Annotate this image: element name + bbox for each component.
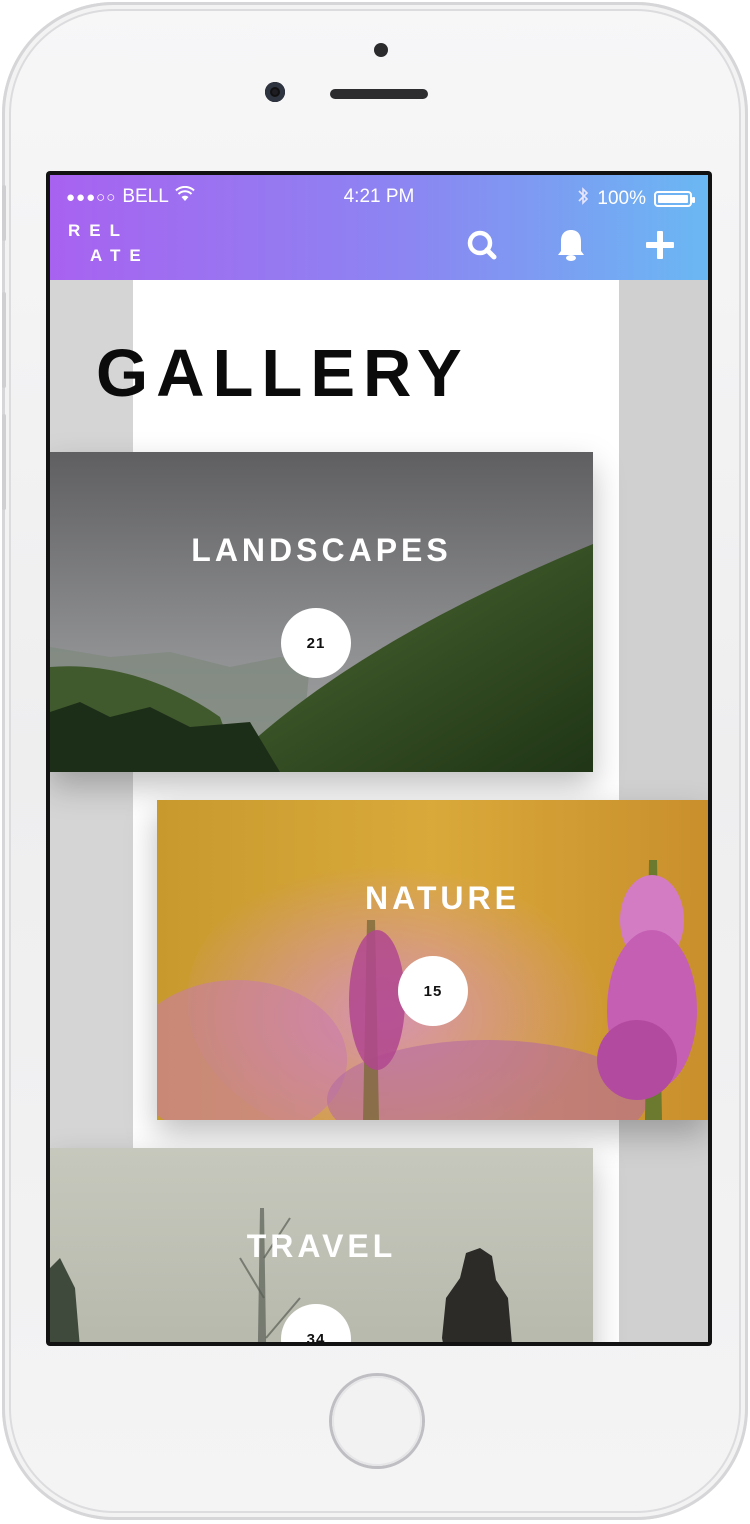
mute-switch — [2, 185, 6, 241]
search-button[interactable] — [462, 225, 502, 265]
screen: ●●●○○ BELL 4:21 PM 100% REL ATE GALLERY … — [46, 171, 712, 1346]
album-count-badge: 15 — [398, 956, 468, 1026]
front-camera — [265, 82, 285, 102]
app-display: ●●●○○ BELL 4:21 PM 100% REL ATE GALLERY … — [50, 175, 708, 1342]
album-card-travel[interactable]: TRAVEL 34 — [50, 1148, 593, 1342]
phone-frame: ●●●○○ BELL 4:21 PM 100% REL ATE GALLERY … — [2, 2, 748, 1520]
album-count-badge: 21 — [281, 608, 351, 678]
notifications-button[interactable] — [551, 225, 591, 265]
add-button[interactable] — [640, 225, 680, 265]
app-header: ●●●○○ BELL 4:21 PM 100% REL ATE — [50, 175, 708, 280]
battery-percent: 100% — [597, 188, 646, 209]
volume-down-button — [2, 414, 6, 510]
album-title: LANDSCAPES — [191, 532, 452, 568]
page-title: GALLERY — [96, 336, 470, 411]
plus-icon — [646, 231, 674, 259]
album-card-landscapes[interactable]: LANDSCAPES 21 — [50, 452, 593, 772]
album-card-nature[interactable]: NATURE 15 — [157, 800, 708, 1120]
status-bar: ●●●○○ BELL 4:21 PM 100% — [50, 175, 708, 219]
album-title: NATURE — [365, 880, 520, 916]
logo-line-1: REL — [68, 221, 129, 240]
proximity-sensor — [374, 43, 388, 57]
volume-up-button — [2, 292, 6, 388]
home-button[interactable] — [332, 1376, 422, 1466]
bell-icon — [558, 230, 584, 261]
album-title: TRAVEL — [246, 1228, 397, 1264]
battery-icon — [654, 191, 695, 207]
bluetooth-icon — [577, 186, 589, 212]
earpiece-speaker — [330, 89, 428, 99]
search-icon — [467, 230, 497, 260]
logo-line-2: ATE — [90, 246, 150, 265]
app-logo[interactable]: REL ATE — [68, 218, 150, 268]
